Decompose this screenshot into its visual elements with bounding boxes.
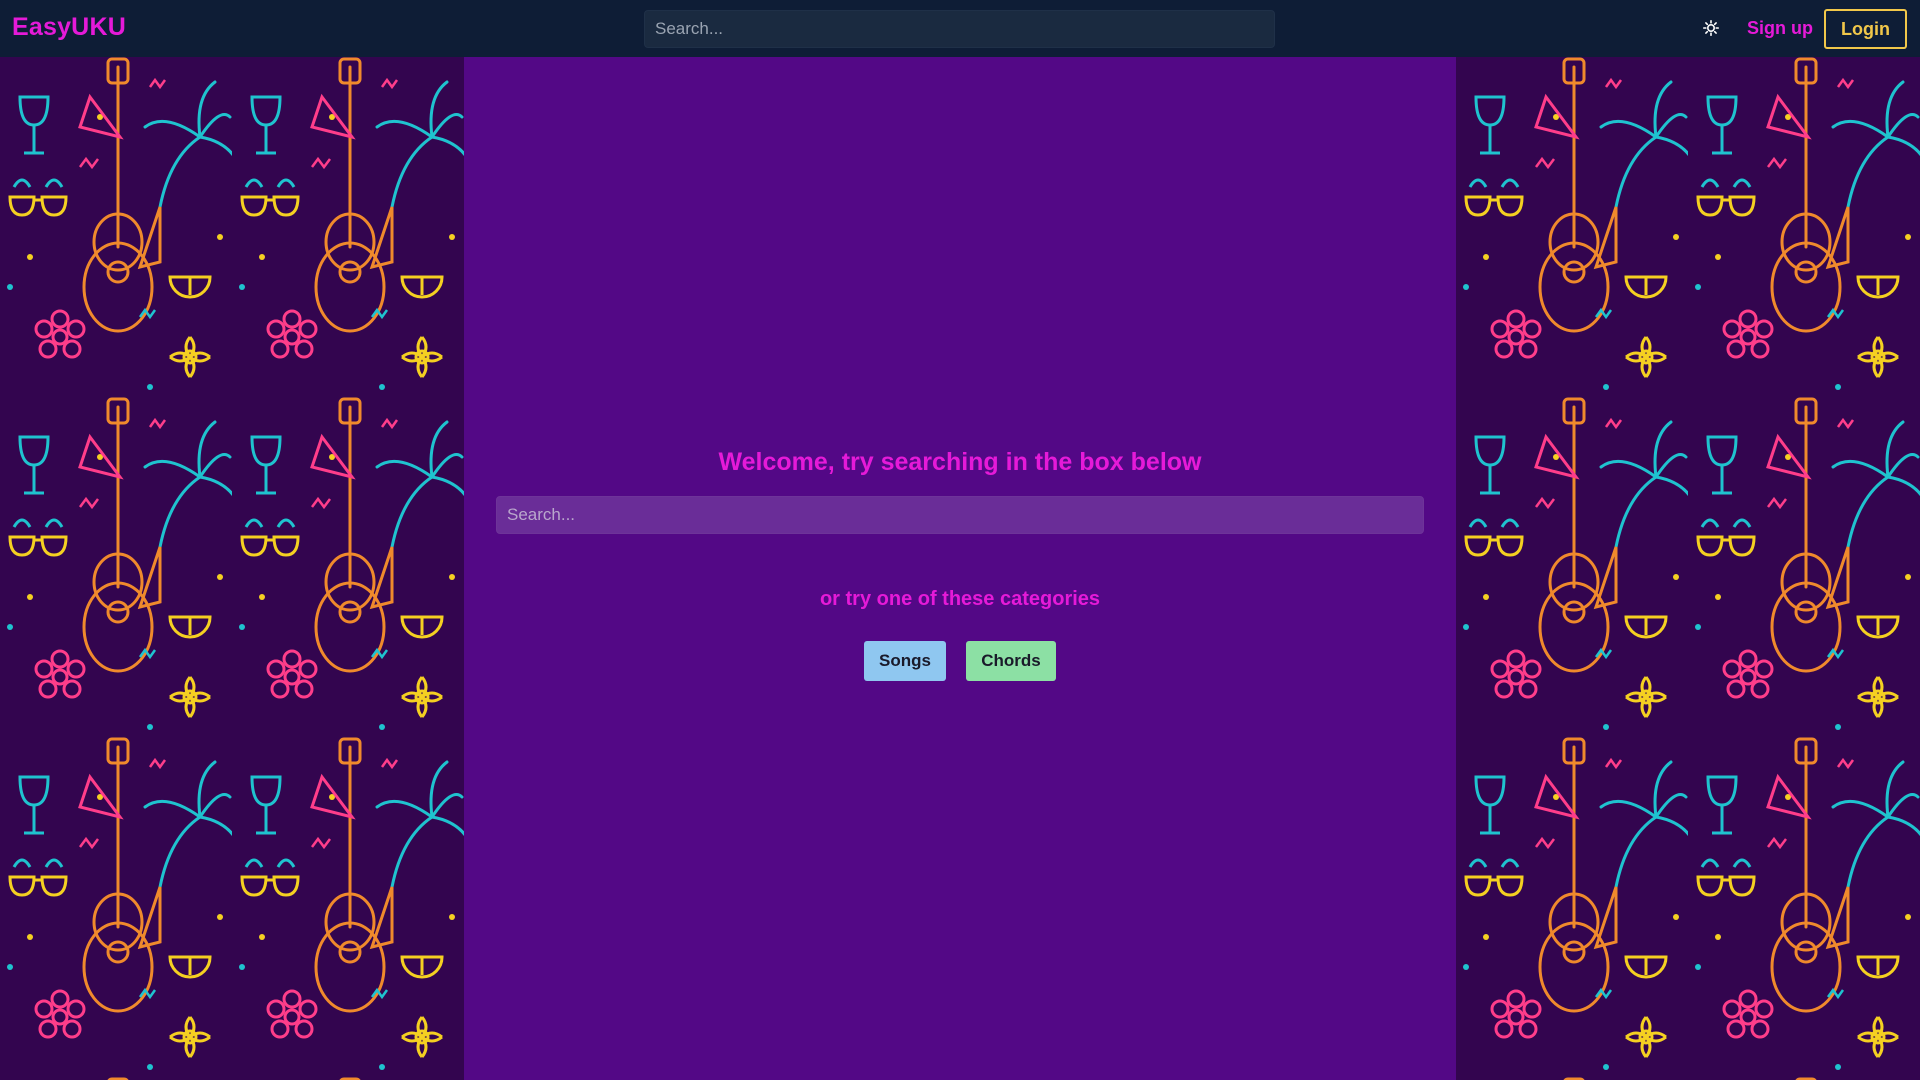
songs-category-button[interactable]: Songs — [864, 641, 946, 681]
main-content: Welcome, try searching in the box below … — [464, 57, 1456, 1080]
tropical-pattern-image — [0, 57, 464, 1080]
top-navbar: EasyUKU Sign up Login — [0, 0, 1920, 57]
sun-icon[interactable] — [1700, 17, 1722, 39]
login-button[interactable]: Login — [1824, 9, 1907, 49]
decorative-pattern-right — [1456, 57, 1920, 1080]
main-search-input[interactable] — [496, 496, 1424, 534]
chords-category-button[interactable]: Chords — [966, 641, 1056, 681]
categories-prompt: or try one of these categories — [819, 588, 1101, 610]
header-search-input[interactable] — [644, 10, 1275, 48]
signup-link[interactable]: Sign up — [1747, 18, 1813, 39]
brand-logo[interactable]: EasyUKU — [12, 13, 126, 42]
tropical-pattern-image — [1456, 57, 1920, 1080]
decorative-pattern-left — [0, 57, 464, 1080]
welcome-heading: Welcome, try searching in the box below — [718, 448, 1202, 476]
